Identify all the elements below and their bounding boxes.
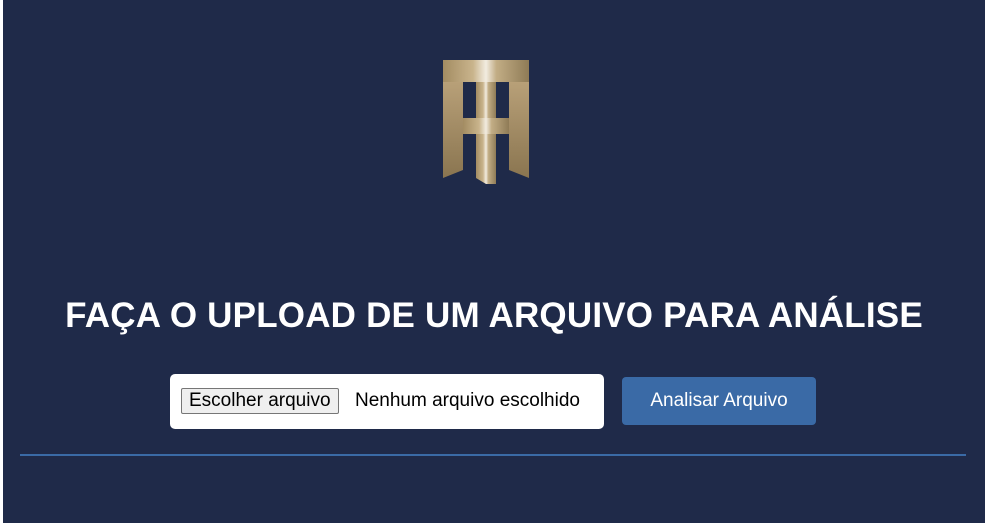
choose-file-button[interactable]: Escolher arquivo bbox=[181, 388, 339, 414]
file-input[interactable]: Escolher arquivo Nenhum arquivo escolhid… bbox=[170, 374, 604, 429]
app-container: FAÇA O UPLOAD DE UM ARQUIVO PARA ANÁLISE… bbox=[3, 0, 985, 523]
th-logo-icon bbox=[443, 60, 529, 184]
file-status-text: Nenhum arquivo escolhido bbox=[355, 390, 580, 411]
page-title: FAÇA O UPLOAD DE UM ARQUIVO PARA ANÁLISE bbox=[65, 296, 923, 335]
analyze-file-button[interactable]: Analisar Arquivo bbox=[622, 377, 816, 425]
divider bbox=[20, 454, 966, 456]
